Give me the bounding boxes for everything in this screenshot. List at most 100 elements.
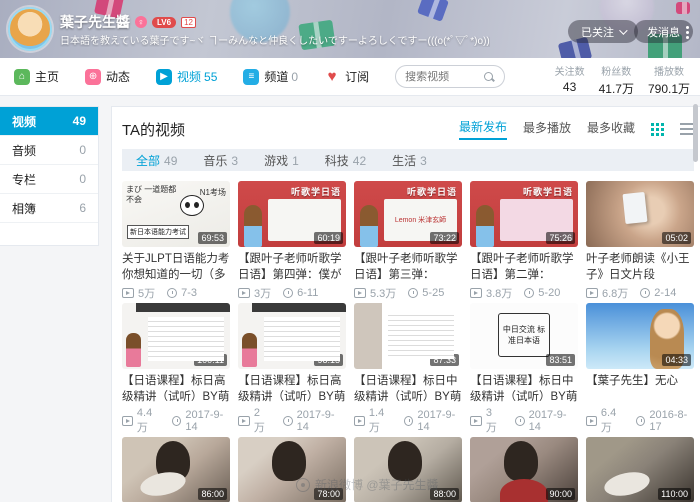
video-thumbnail[interactable]: 听歌学日语 60:19 xyxy=(238,181,346,247)
textbook-cover-text: 中日交流 标准日本语 xyxy=(498,313,550,357)
home-icon: ⌂ xyxy=(14,69,30,85)
play-count: 2万 xyxy=(254,407,271,435)
video-card[interactable]: 听歌学日语 Lemon 米津玄師 73:22 【跟叶子老师听歌学日语】第三弹：L… xyxy=(354,181,462,301)
play-count: 3.8万 xyxy=(486,285,512,301)
video-title[interactable]: 【日语课程】标日高级精讲（试听）BY萌萌哒葉子先生（第二 xyxy=(122,373,230,405)
stat-plays[interactable]: 播放数 790.1万 xyxy=(648,63,690,97)
date-icon xyxy=(640,288,650,298)
duration-badge: 87:33 xyxy=(430,354,459,366)
video-title[interactable]: 【日语课程】标日高级精讲（试听）BY萌萌哒葉子先生（第一 xyxy=(238,373,346,405)
sort-most-favorited[interactable]: 最多收藏 xyxy=(587,119,635,139)
more-options-button[interactable] xyxy=(680,22,694,42)
play-count: 4.4万 xyxy=(137,407,160,435)
video-thumbnail[interactable]: 100:11 xyxy=(122,303,230,369)
video-card[interactable]: まび 一道题都不会 N1考场 新日本语能力考试 69:53 关于JLPT日语能力… xyxy=(122,181,230,301)
duration-badge: 98:15 xyxy=(314,354,343,366)
upload-date: 2-14 xyxy=(654,287,676,299)
video-thumbnail[interactable]: 听歌学日语 75:26 xyxy=(470,181,578,247)
video-title[interactable]: 关于JLPT日语能力考你想知道的一切（多P） xyxy=(122,251,230,283)
video-card[interactable]: 87:33 【日语课程】标日中级精讲（试听）BY萌萌哒葉子先生（第一 1.4万2… xyxy=(354,303,462,435)
upload-date: 2017-9-14 xyxy=(185,409,230,433)
date-icon xyxy=(283,416,293,426)
sort-most-played[interactable]: 最多播放 xyxy=(523,119,571,139)
video-title[interactable]: 【跟叶子老师听歌学日语】第三弹：Lemon xyxy=(354,251,462,283)
gift-decoration xyxy=(417,0,449,22)
nav-subscriptions[interactable]: ♥ 订阅 xyxy=(324,68,369,85)
upload-date: 2017-9-14 xyxy=(529,409,578,433)
video-thumbnail[interactable]: 听歌学日语 Lemon 米津玄師 73:22 xyxy=(354,181,462,247)
filter-life[interactable]: 生活3 xyxy=(392,152,427,169)
video-thumbnail[interactable]: 90:00 xyxy=(470,437,578,502)
list-view-icon[interactable] xyxy=(680,123,694,135)
video-thumbnail[interactable]: 05:02 xyxy=(586,181,694,247)
sort-newest[interactable]: 最新发布 xyxy=(459,118,507,140)
video-grid: まび 一道题都不会 N1考场 新日本语能力考试 69:53 关于JLPT日语能力… xyxy=(122,181,694,502)
video-card[interactable]: 05:02 叶子老师朗读《小王子》日文片段 6.8万2-14 xyxy=(586,181,694,301)
video-thumbnail[interactable]: 110:00 xyxy=(586,437,694,502)
video-card[interactable]: 98:15 【日语课程】标日高级精讲（试听）BY萌萌哒葉子先生（第一 2万201… xyxy=(238,303,346,435)
presenter-art xyxy=(388,441,422,481)
video-card[interactable]: 90:00 【日语课程】标日初级精讲BY萌萌哒葉子先生（第四十五课） 98912… xyxy=(470,437,578,502)
video-card[interactable]: 100:11 【日语课程】标日高级精讲（试听）BY萌萌哒葉子先生（第二 4.4万… xyxy=(122,303,230,435)
filter-tech[interactable]: 科技42 xyxy=(325,152,366,169)
upload-date: 2017-9-14 xyxy=(417,409,462,433)
play-count-icon xyxy=(122,416,133,426)
video-thumbnail[interactable]: 04:33 xyxy=(586,303,694,369)
video-thumbnail[interactable]: まび 一道题都不会 N1考场 新日本语能力考试 69:53 xyxy=(122,181,230,247)
video-meta: 3万6-11 xyxy=(238,285,346,301)
presenter-art xyxy=(242,333,257,367)
video-card[interactable]: 04:33 【葉子先生】无心 6.4万2016-8-17 xyxy=(586,303,694,435)
upload-date: 6-11 xyxy=(297,287,318,299)
chevron-down-icon xyxy=(619,26,627,34)
video-title[interactable]: 【跟叶子老师听歌学日语】第二弹：secret base~君がくれた xyxy=(470,251,578,283)
date-icon xyxy=(172,416,181,426)
video-thumbnail[interactable]: 86:00 xyxy=(122,437,230,502)
date-icon xyxy=(524,288,534,298)
duration-badge: 73:22 xyxy=(430,232,459,244)
video-thumbnail[interactable]: 中日交流 标准日本语 83:51 xyxy=(470,303,578,369)
stat-followers[interactable]: 粉丝数 41.7万 xyxy=(599,63,634,97)
video-thumbnail[interactable]: 87:33 xyxy=(354,303,462,369)
video-title[interactable]: 【日语课程】标日中级精讲（试听）BY萌萌哒葉子先生（第一 xyxy=(354,373,462,405)
play-count-icon xyxy=(354,416,365,426)
video-card[interactable]: 中日交流 标准日本语 83:51 【日语课程】标日中级精讲（试听）BY萌萌哒葉子… xyxy=(470,303,578,435)
nav-channels[interactable]: ≡ 频道 0 xyxy=(243,68,298,85)
nav-videos[interactable]: ▶ 视频 55 xyxy=(156,68,217,85)
followed-button[interactable]: 已关注 xyxy=(568,20,638,43)
nav-dynamics[interactable]: ⊕ 动态 xyxy=(85,68,130,85)
video-card[interactable]: 110:00 【日语课程】标日初级精讲BY萌萌哒葉子先生（第四十四课） 1.6万… xyxy=(586,437,694,502)
scrollbar[interactable] xyxy=(693,104,698,162)
video-title[interactable]: 叶子老师朗读《小王子》日文片段 xyxy=(586,251,694,283)
gender-icon: ♀ xyxy=(135,16,147,28)
heart-icon: ♥ xyxy=(324,69,340,85)
video-title[interactable]: 【日语课程】标日中级精讲（试听）BY萌萌哒葉子先生（第一 xyxy=(470,373,578,405)
stat-following[interactable]: 关注数 43 xyxy=(555,63,585,97)
play-count: 5.3万 xyxy=(370,285,396,301)
grid-view-icon[interactable] xyxy=(651,123,664,136)
search-icon[interactable] xyxy=(483,71,495,83)
sidebar-item-audio[interactable]: 音频 0 xyxy=(0,136,98,165)
date-icon xyxy=(408,288,418,298)
sidebar-item-articles[interactable]: 专栏 0 xyxy=(0,165,98,194)
video-thumbnail[interactable]: 98:15 xyxy=(238,303,346,369)
video-card[interactable]: 86:00 【日语课程】标日初级精讲BY萌萌哒葉子先生（第四十八课） 4.1万2… xyxy=(122,437,230,502)
avatar[interactable] xyxy=(8,7,52,51)
video-title[interactable]: 【葉子先生】无心 xyxy=(586,373,694,405)
nav-videos-count: 55 xyxy=(204,70,217,84)
video-card[interactable]: 听歌学日语 75:26 【跟叶子老师听歌学日语】第二弹：secret base~… xyxy=(470,181,578,301)
filter-all[interactable]: 全部49 xyxy=(136,152,177,169)
sidebar-item-albums[interactable]: 相簿 6 xyxy=(0,194,98,223)
nav-home[interactable]: ⌂ 主页 xyxy=(14,68,59,85)
username[interactable]: 葉子先生醬 xyxy=(60,12,130,32)
video-meta: 4.4万 2017-9-14 xyxy=(122,407,230,435)
video-card[interactable]: 听歌学日语 60:19 【跟叶子老师听歌学日语】第四弹：僕が死のうと思ったのは … xyxy=(238,181,346,301)
video-meta: 1.4万2017-9-14 xyxy=(354,407,462,435)
filter-music[interactable]: 音乐3 xyxy=(203,152,238,169)
channel-icon: ≡ xyxy=(243,69,259,85)
video-title[interactable]: 【跟叶子老师听歌学日语】第四弹：僕が死のうと思ったのは xyxy=(238,251,346,283)
filter-games[interactable]: 游戏1 xyxy=(264,152,299,169)
duration-badge: 86:00 xyxy=(198,488,227,500)
search-input[interactable] xyxy=(405,71,477,83)
sidebar-item-videos[interactable]: 视频 49 xyxy=(0,107,98,136)
search-box[interactable] xyxy=(395,65,505,88)
